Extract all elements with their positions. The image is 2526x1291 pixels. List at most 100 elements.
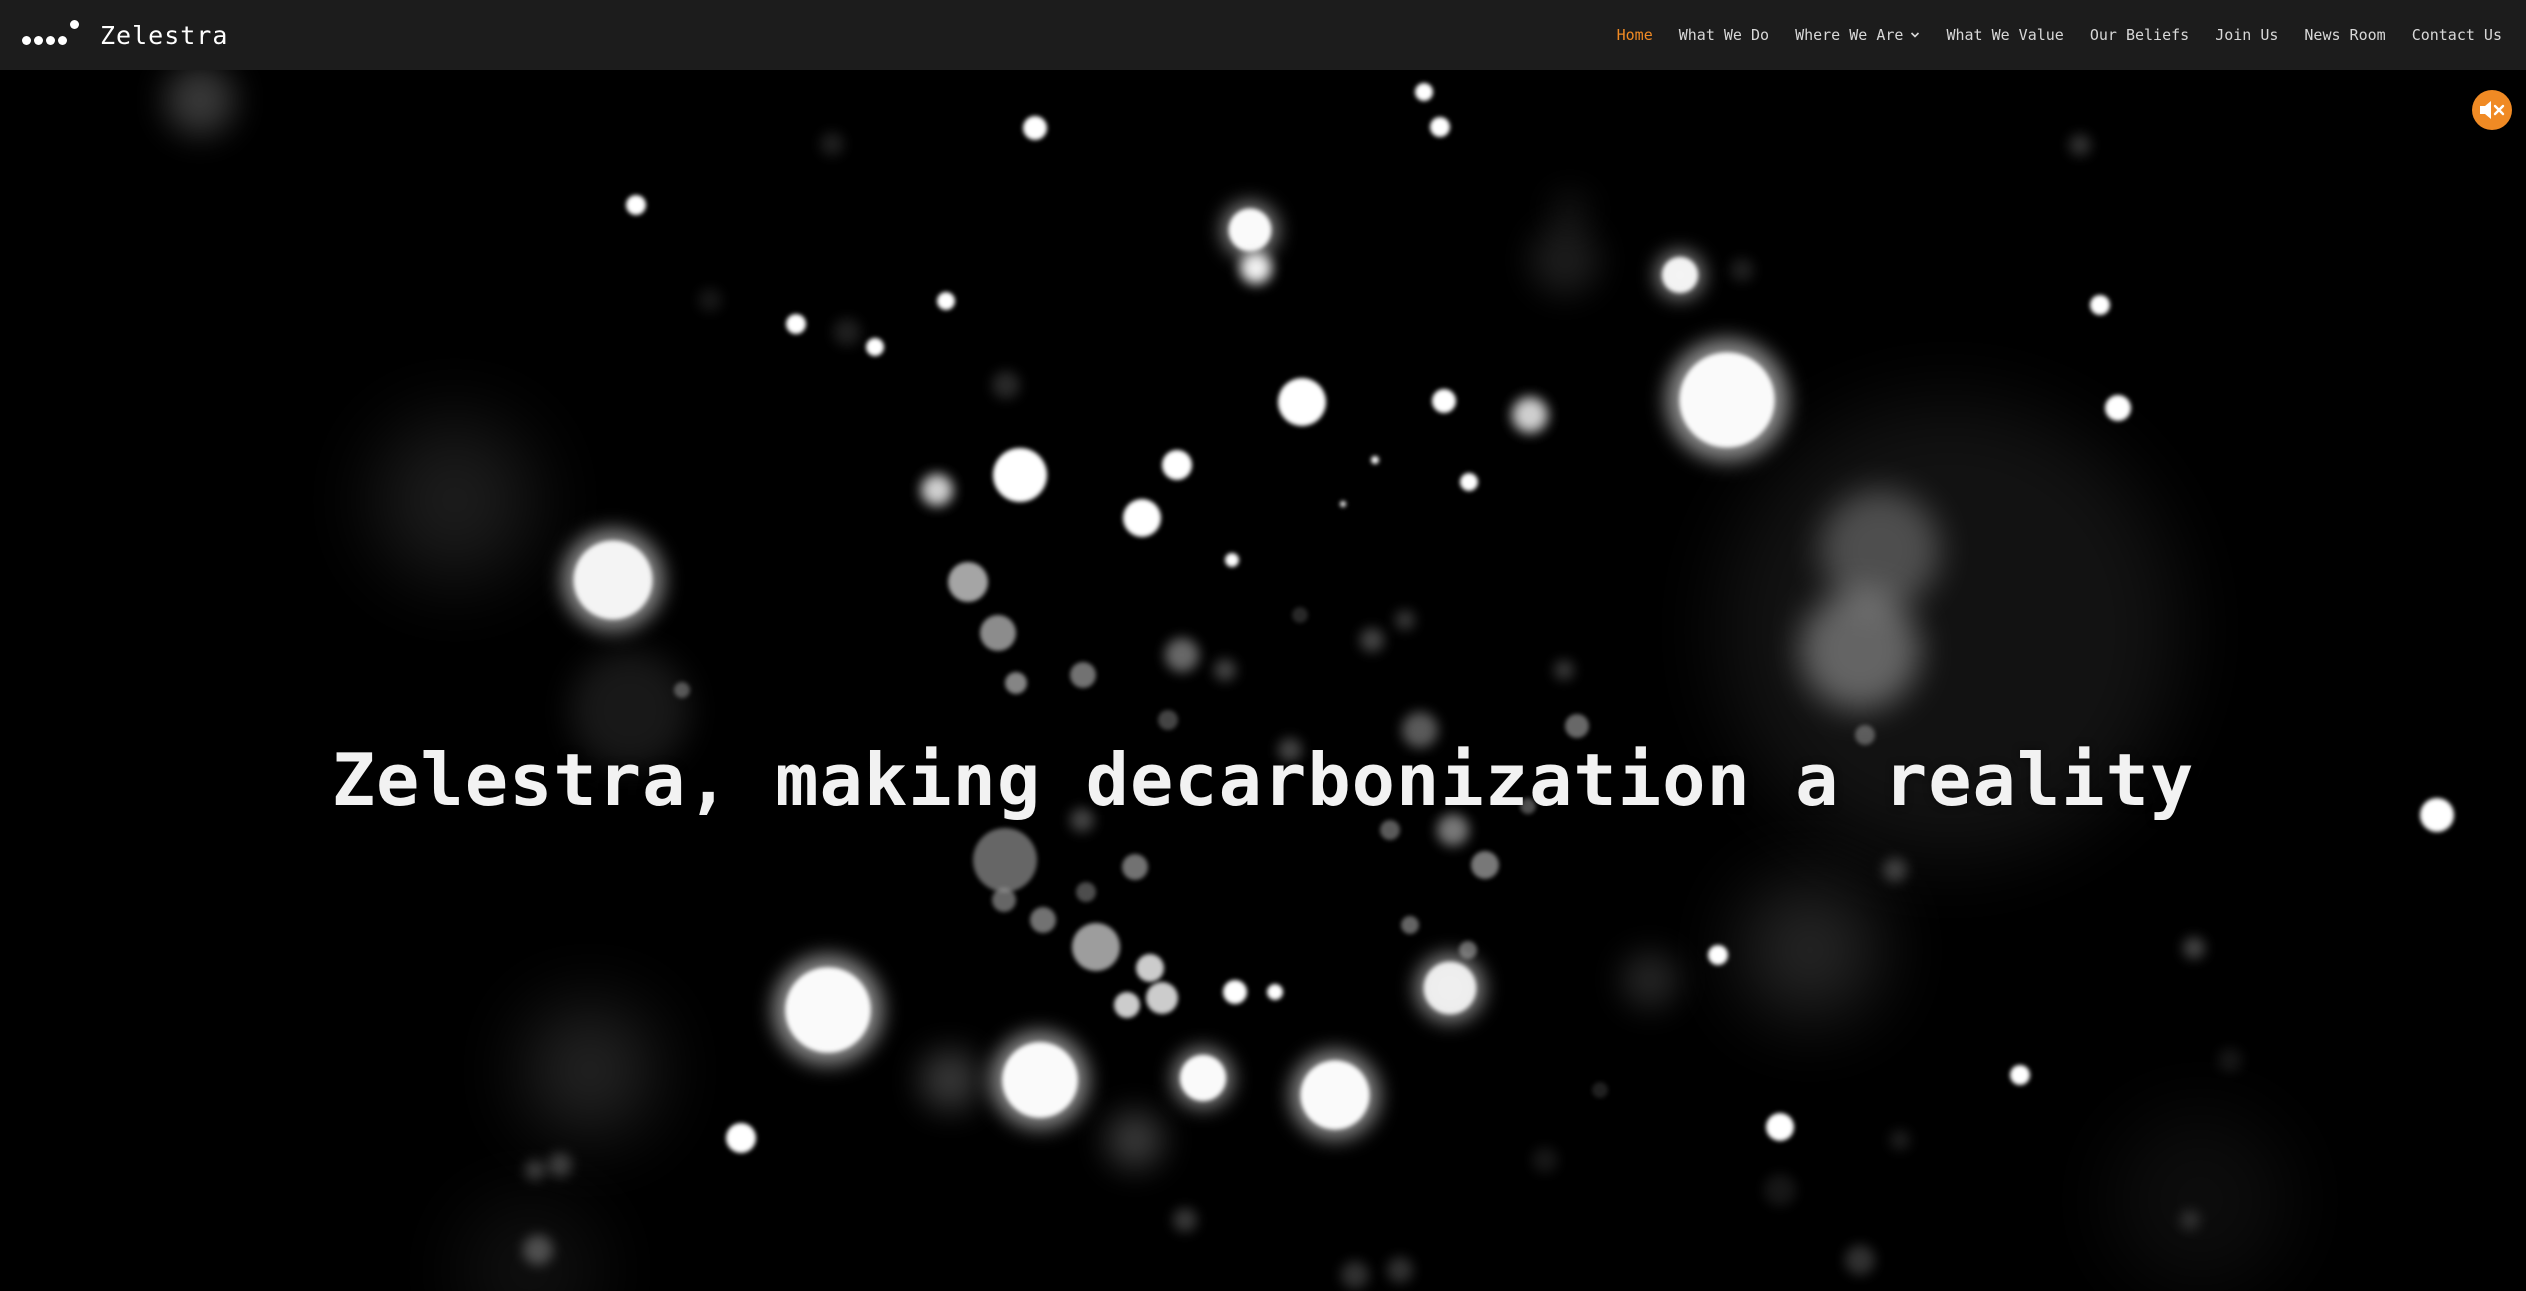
bokeh-particle xyxy=(674,682,690,698)
brand-logo-link[interactable]: Zelestra xyxy=(20,0,228,70)
bokeh-particle xyxy=(920,1050,980,1110)
bokeh-particle xyxy=(833,318,861,346)
bokeh-particle xyxy=(1764,1174,1796,1206)
bokeh-particle xyxy=(1005,672,1027,694)
bokeh-particle xyxy=(2069,134,2091,156)
mute-toggle-button[interactable] xyxy=(2472,90,2512,130)
dots-logo-icon xyxy=(20,15,82,55)
bokeh-particle xyxy=(2010,1065,2030,1085)
bokeh-particle xyxy=(992,888,1016,912)
bokeh-particle xyxy=(1554,660,1574,680)
bokeh-particle xyxy=(548,1153,572,1177)
bokeh-particle xyxy=(1162,450,1192,480)
bokeh-particle xyxy=(1267,984,1283,1000)
bokeh-particle xyxy=(1679,352,1775,448)
nav-where-we-are[interactable]: Where We Are xyxy=(1795,26,1920,44)
speaker-muted-icon xyxy=(2480,101,2505,119)
hero-section: Zelestra, making decarbonization a reali… xyxy=(0,70,2526,1291)
bokeh-particle xyxy=(1395,610,1415,630)
bokeh-particle xyxy=(698,288,722,312)
bokeh-particle xyxy=(1661,256,1699,294)
bokeh-particle xyxy=(1223,980,1247,1004)
bokeh-particle xyxy=(1214,659,1236,681)
bokeh-particle xyxy=(1123,499,1161,537)
nav-home[interactable]: Home xyxy=(1617,26,1653,44)
bokeh-particle xyxy=(1173,1208,1197,1232)
bokeh-particle xyxy=(1278,378,1326,426)
bokeh-particle xyxy=(1180,1055,1226,1101)
nav-where-we-are-label: Where We Are xyxy=(1795,26,1904,44)
bokeh-particle xyxy=(1240,252,1272,284)
bokeh-particle xyxy=(1387,1257,1413,1283)
bokeh-particle xyxy=(1225,553,1239,567)
bokeh-particle xyxy=(1459,941,1477,959)
brand-name: Zelestra xyxy=(100,20,229,50)
bokeh-particle xyxy=(1107,1112,1163,1168)
bokeh-particles-background xyxy=(165,70,2454,1291)
chevron-down-icon xyxy=(1911,32,1920,38)
bokeh-particle xyxy=(1072,923,1120,971)
bokeh-particle xyxy=(1114,992,1140,1018)
bokeh-particle xyxy=(1766,1113,1794,1141)
bokeh-particle xyxy=(1800,590,1920,710)
bokeh-particle xyxy=(165,70,235,135)
bokeh-particle xyxy=(1158,710,1178,730)
bokeh-particle xyxy=(2105,395,2131,421)
bokeh-particle xyxy=(1070,662,1096,688)
bokeh-particle xyxy=(523,1235,553,1265)
bokeh-particle xyxy=(1430,117,1450,137)
bokeh-particle xyxy=(1415,83,1433,101)
nav-our-beliefs[interactable]: Our Beliefs xyxy=(2090,26,2189,44)
bokeh-particle xyxy=(1530,225,1600,295)
nav-what-we-do[interactable]: What We Do xyxy=(1679,26,1769,44)
bokeh-particle xyxy=(786,314,806,334)
bokeh-particle xyxy=(1820,490,1940,610)
nav-what-we-value[interactable]: What We Value xyxy=(1946,26,2063,44)
bokeh-particle xyxy=(1401,916,1419,934)
nav-contact-us[interactable]: Contact Us xyxy=(2412,26,2502,44)
bokeh-particle xyxy=(785,967,871,1053)
bokeh-particle xyxy=(1432,389,1456,413)
bokeh-particle xyxy=(1341,1261,1369,1289)
hero-headline: Zelestra, making decarbonization a reali… xyxy=(331,738,2195,822)
bokeh-particle xyxy=(1380,820,1400,840)
bokeh-particle xyxy=(1708,945,1728,965)
bokeh-particle xyxy=(980,615,1016,651)
bokeh-particle xyxy=(948,562,988,602)
bokeh-particle xyxy=(973,828,1037,892)
bokeh-particle xyxy=(1165,638,1199,672)
bokeh-particle xyxy=(1423,961,1477,1015)
bokeh-particle xyxy=(2180,1210,2200,1230)
bokeh-particle xyxy=(921,474,953,506)
bokeh-particle xyxy=(573,540,653,620)
bokeh-particle xyxy=(530,1010,650,1130)
navbar: Zelestra Home What We Do Where We Are Wh… xyxy=(0,0,2526,70)
bokeh-particle xyxy=(1292,607,1308,623)
bokeh-particle xyxy=(1565,714,1589,738)
bokeh-particle xyxy=(820,132,844,156)
bokeh-particle xyxy=(1030,907,1056,933)
bokeh-particle xyxy=(375,420,535,580)
nav-join-us[interactable]: Join Us xyxy=(2215,26,2278,44)
bokeh-particle xyxy=(1745,885,1875,1015)
bokeh-particle xyxy=(1592,1082,1608,1098)
bokeh-particle xyxy=(1730,258,1754,282)
bokeh-particle xyxy=(1122,854,1148,880)
nav-news-room[interactable]: News Room xyxy=(2304,26,2385,44)
bokeh-particle xyxy=(1883,858,1907,882)
bokeh-particle xyxy=(1360,628,1384,652)
bokeh-particle xyxy=(992,371,1020,399)
bokeh-particle xyxy=(2218,1048,2242,1072)
bokeh-particle xyxy=(1228,208,1272,252)
bokeh-particle xyxy=(1845,1245,1875,1275)
bokeh-particle xyxy=(2183,937,2205,959)
bokeh-particle xyxy=(1532,1147,1558,1173)
main-nav: Home What We Do Where We Are What We Val… xyxy=(1591,0,2502,70)
bokeh-particle xyxy=(1136,954,1164,982)
bokeh-particle xyxy=(1023,116,1047,140)
bokeh-particle xyxy=(1146,982,1178,1014)
bokeh-particle xyxy=(1300,1060,1370,1130)
bokeh-particle xyxy=(525,1160,545,1180)
bokeh-particle xyxy=(626,195,646,215)
bokeh-particle xyxy=(937,292,955,310)
